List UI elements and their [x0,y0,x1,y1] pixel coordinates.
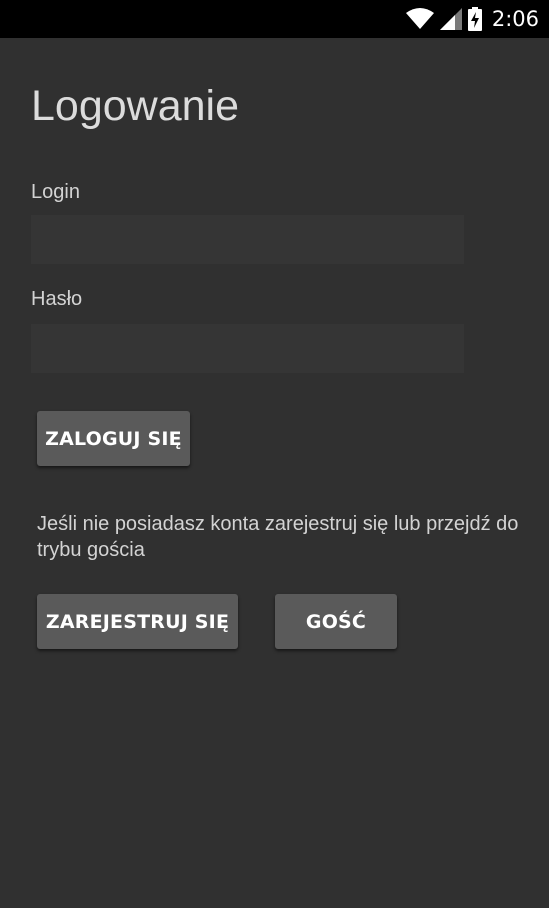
password-label: Hasło [31,288,83,310]
battery-charging-icon [467,7,482,31]
status-icons: 2:06 [405,0,539,38]
guest-button[interactable]: GOŚĆ [275,594,397,649]
info-text: Jeśli nie posiadasz konta zarejestruj si… [37,513,519,561]
login-input[interactable] [31,215,464,264]
status-bar: 2:06 [0,0,549,38]
signal-icon [439,8,462,30]
password-input[interactable] [31,324,464,373]
status-clock: 2:06 [491,7,539,31]
login-label: Login [31,181,80,203]
register-button[interactable]: ZAREJESTRUJ SIĘ [37,594,238,649]
wifi-icon [405,8,434,30]
page-title: Logowanie [31,82,240,130]
login-button[interactable]: ZALOGUJ SIĘ [37,411,190,466]
